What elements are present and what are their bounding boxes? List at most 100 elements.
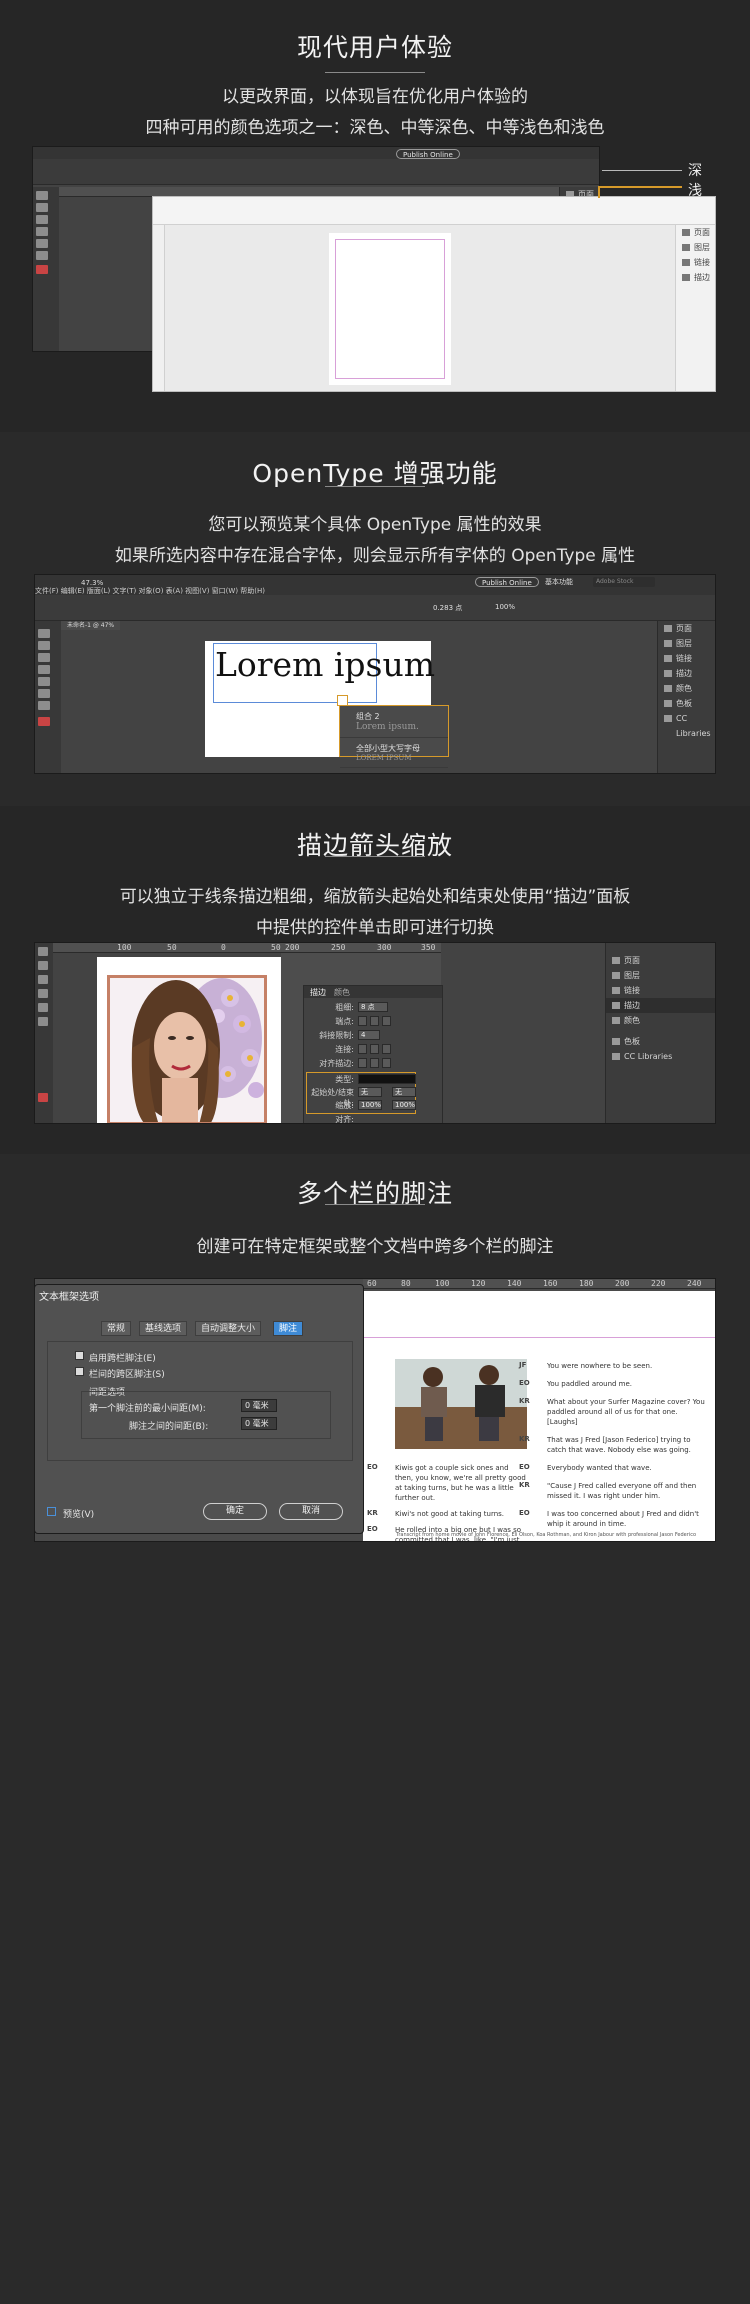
cancel-button[interactable]: 取消 — [279, 1503, 343, 1520]
type-tool-icon[interactable] — [38, 665, 50, 674]
arrow-start-scale-field[interactable]: 100% — [358, 1100, 382, 1110]
selection-tool-icon[interactable] — [38, 629, 50, 638]
panel-stroke[interactable]: 描边 — [606, 998, 715, 1013]
panel-layers[interactable]: 图层 — [658, 636, 715, 651]
menu-object[interactable]: 对象(O) — [138, 587, 163, 595]
menu-help[interactable]: 帮助(H) — [240, 587, 265, 595]
panel-pages-light[interactable]: 页面 — [676, 225, 715, 240]
menu-file[interactable]: 文件(F) — [35, 587, 59, 595]
panel-swatches[interactable]: 色板 — [658, 696, 715, 711]
panel-color[interactable]: 颜色 — [658, 681, 715, 696]
arrow-end-select[interactable]: 无 — [392, 1087, 416, 1097]
opentype-option-ligature[interactable]: 组合 2 Lorem ipsum. — [340, 706, 448, 738]
light-callout-drop — [598, 186, 600, 198]
ok-button[interactable]: 确定 — [203, 1503, 267, 1520]
tab-stroke[interactable]: 描边 — [310, 987, 326, 998]
rectangle-tool-icon[interactable] — [36, 239, 48, 248]
type-tool-icon[interactable] — [38, 975, 48, 984]
menu-table[interactable]: 表(A) — [166, 587, 183, 595]
panel-layers[interactable]: 图层 — [606, 968, 715, 983]
menu-layout[interactable]: 版面(L) — [87, 587, 110, 595]
align-center-button[interactable] — [358, 1058, 367, 1068]
fill-stroke-icon[interactable] — [36, 265, 48, 274]
stock-search-input[interactable]: Adobe Stock — [593, 577, 655, 587]
photo-frame[interactable] — [107, 975, 267, 1123]
panel-stroke[interactable]: 描边 — [658, 666, 715, 681]
line-tool-icon[interactable] — [38, 1003, 48, 1012]
space-between-field[interactable]: 0 毫米 — [241, 1417, 277, 1430]
tab-baseline-options[interactable]: 基线选项 — [139, 1321, 188, 1336]
fill-stroke-icon[interactable] — [38, 717, 50, 726]
panel-swatches[interactable]: 色板 — [606, 1034, 715, 1049]
join-round-button[interactable] — [370, 1044, 379, 1054]
cap-square-button[interactable] — [382, 1016, 391, 1026]
pen-tool-icon[interactable] — [38, 989, 48, 998]
fill-stroke-icon[interactable] — [38, 1093, 48, 1102]
document-tab[interactable]: 未命名-1 @ 47% — [61, 621, 121, 630]
row-weight: 粗细: 8 点 — [308, 1002, 438, 1014]
rectangle-tool-icon[interactable] — [38, 689, 50, 698]
publish-online-button[interactable]: Publish Online — [475, 577, 539, 587]
arrow-end-scale-field[interactable]: 100% — [392, 1100, 416, 1110]
direct-select-tool-icon[interactable] — [36, 203, 48, 212]
enable-span-footnotes-checkbox[interactable] — [75, 1351, 84, 1360]
panel-pages[interactable]: 页面 — [658, 621, 715, 636]
menu-edit[interactable]: 编辑(E) — [61, 587, 85, 595]
join-bevel-button[interactable] — [382, 1044, 391, 1054]
tab-color[interactable]: 颜色 — [334, 987, 350, 998]
tab-footnotes[interactable]: 脚注 — [273, 1321, 304, 1336]
panel-pages[interactable]: 页面 — [606, 953, 715, 968]
preview-checkbox[interactable] — [47, 1507, 56, 1516]
lorem-ipsum-text[interactable]: Lorem ipsum — [215, 645, 435, 684]
type-tool-icon[interactable] — [36, 215, 48, 224]
stroke-weight-field[interactable]: 0.283 点 — [433, 603, 462, 613]
stroke-type-select[interactable] — [358, 1074, 416, 1084]
ruler-tick: 250 — [331, 943, 346, 952]
panel-links-light[interactable]: 链接 — [676, 255, 715, 270]
gap-tool-icon[interactable] — [38, 653, 50, 662]
panels-dock: 页面 图层 链接 描边 颜色 色板 CC Libraries — [657, 621, 715, 773]
miter-field[interactable]: 4 — [358, 1030, 380, 1040]
pen-tool-icon[interactable] — [36, 227, 48, 236]
opentype-option-all-small-caps[interactable]: 全部小型大写字母 LOREM IPSUM — [340, 738, 448, 768]
selection-tool-icon[interactable] — [38, 947, 48, 956]
section-modern-ux: 现代用户体验 以更改界面，以体现旨在优化用户体验的 四种可用的颜色选项之一：深色… — [0, 0, 750, 432]
row-join: 连接: — [308, 1044, 438, 1056]
stroke-panel-tabs: 描边 颜色 — [304, 986, 442, 998]
panel-layers-light[interactable]: 图层 — [676, 240, 715, 255]
span-between-columns-checkbox[interactable] — [75, 1367, 84, 1376]
menu-window[interactable]: 窗口(W) — [212, 587, 238, 595]
ruler-tick: 200 — [615, 1279, 630, 1288]
cap-round-button[interactable] — [370, 1016, 379, 1026]
direct-select-tool-icon[interactable] — [38, 641, 50, 650]
workspace-switcher[interactable]: 基本功能 — [545, 577, 573, 587]
title-divider — [325, 72, 425, 73]
align-inside-button[interactable] — [370, 1058, 379, 1068]
min-space-before-field[interactable]: 0 毫米 — [241, 1399, 277, 1412]
menu-type[interactable]: 文字(T) — [112, 587, 136, 595]
hand-tool-icon[interactable] — [36, 251, 48, 260]
menu-view[interactable]: 视图(V) — [185, 587, 209, 595]
opacity-field[interactable]: 100% — [495, 603, 515, 611]
panel-links[interactable]: 链接 — [606, 983, 715, 998]
tab-auto-size[interactable]: 自动调整大小 — [195, 1321, 262, 1336]
arrow-start-select[interactable]: 无 — [358, 1087, 382, 1097]
publish-online-button[interactable]: Publish Online — [396, 149, 460, 159]
selection-tool-icon[interactable] — [36, 191, 48, 200]
weight-field[interactable]: 8 点 — [358, 1002, 388, 1012]
panel-links[interactable]: 链接 — [658, 651, 715, 666]
align-outside-button[interactable] — [382, 1058, 391, 1068]
direct-select-tool-icon[interactable] — [38, 961, 48, 970]
scissors-tool-icon[interactable] — [38, 701, 50, 710]
rectangle-tool-icon[interactable] — [38, 1017, 48, 1026]
panel-cc-libraries[interactable]: CC Libraries — [606, 1049, 715, 1064]
panel-cc-libraries[interactable]: CC Libraries — [658, 711, 715, 738]
join-miter-button[interactable] — [358, 1044, 367, 1054]
cap-butt-button[interactable] — [358, 1016, 367, 1026]
tab-general[interactable]: 常规 — [101, 1321, 132, 1336]
opentype-dropdown[interactable]: 组合 2 Lorem ipsum. 全部小型大写字母 LOREM IPSUM — [339, 705, 449, 768]
panel-stroke-light[interactable]: 描边 — [676, 270, 715, 285]
section-title: OpenType 增强功能 — [252, 459, 498, 488]
pen-tool-icon[interactable] — [38, 677, 50, 686]
panel-color[interactable]: 颜色 — [606, 1013, 715, 1028]
